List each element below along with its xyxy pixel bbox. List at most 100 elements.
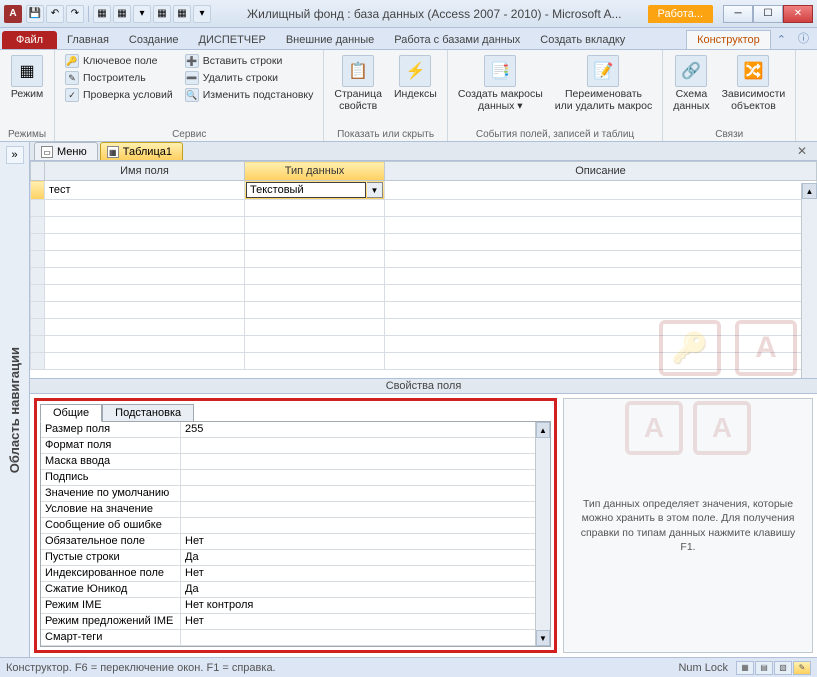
type-value[interactable]: Текстовый [246,182,366,198]
qat-btn-3[interactable]: ▦ [153,5,171,23]
property-row[interactable]: Индексированное полеНет [41,566,550,582]
nav-toggle-button[interactable]: » [6,146,24,164]
property-value[interactable] [181,502,550,517]
property-value[interactable] [181,630,550,645]
property-value[interactable]: Нет [181,614,550,629]
create-macros-button[interactable]: 📑 Создать макросы данных ▾ [454,53,547,114]
minimize-ribbon-icon[interactable]: ⌃ [771,30,792,49]
property-value[interactable]: Нет [181,566,550,581]
undo-icon[interactable]: ↶ [46,5,64,23]
wm-access-icon: A [625,401,683,455]
grid-row[interactable] [31,285,817,302]
property-value[interactable] [181,486,550,501]
tab-home[interactable]: Главная [57,31,119,49]
field-type-cell[interactable]: Текстовый ▼ [245,181,385,200]
test-rules-button[interactable]: ✓Проверка условий [61,87,177,103]
grid-row[interactable] [31,268,817,285]
delete-rows-button[interactable]: ➖Удалить строки [181,70,318,86]
col-header-type[interactable]: Тип данных [245,162,385,181]
grid-row-1[interactable]: тест Текстовый ▼ [31,181,817,200]
grid-row[interactable] [31,353,817,370]
builder-button[interactable]: ✎Построитель [61,70,177,86]
property-value[interactable]: 255 [181,422,550,437]
chart-view-button[interactable]: ▧ [774,661,792,675]
qat-btn-2[interactable]: ▦ [113,5,131,23]
property-row[interactable]: Подпись [41,470,550,486]
design-view-button[interactable]: ✎ [793,661,811,675]
property-row[interactable]: Режим IMEНет контроля [41,598,550,614]
scroll-down-icon[interactable]: ▼ [536,630,550,646]
dropdown-arrow-icon[interactable]: ▼ [367,182,383,198]
insert-rows-button[interactable]: ➕Вставить строки [181,53,318,69]
col-header-name[interactable]: Имя поля [45,162,245,181]
property-row[interactable]: Условие на значение [41,502,550,518]
field-desc-cell[interactable] [385,181,817,200]
props-scrollbar[interactable]: ▲ ▼ [535,422,550,646]
property-row[interactable]: Размер поля255 [41,422,550,438]
doc-tab-table1[interactable]: ▦ Таблица1 [100,142,183,160]
save-icon[interactable]: 💾 [26,5,44,23]
property-value[interactable] [181,518,550,533]
property-value[interactable] [181,470,550,485]
indexes-button[interactable]: ⚡ Индексы [390,53,441,103]
tab-new[interactable]: Создать вкладку [530,31,635,49]
view-button[interactable]: ▦ Режим [6,53,48,103]
doc-close-button[interactable]: ✕ [791,142,813,160]
grid-row[interactable] [31,217,817,234]
tab-db[interactable]: Работа с базами данных [384,31,530,49]
property-row[interactable]: Режим предложений IMEНет [41,614,550,630]
property-row[interactable]: Пустые строкиДа [41,550,550,566]
property-value[interactable]: Нет [181,534,550,549]
grid-row[interactable] [31,336,817,353]
tab-design[interactable]: Конструктор [686,30,771,49]
grid-row[interactable] [31,302,817,319]
scroll-up-icon[interactable]: ▲ [802,183,817,199]
property-row[interactable]: Сжатие ЮникодДа [41,582,550,598]
property-row[interactable]: Обязательное полеНет [41,534,550,550]
grid-row[interactable] [31,319,817,336]
tab-general[interactable]: Общие [40,404,102,422]
dependencies-button[interactable]: 🔀 Зависимости объектов [718,53,790,114]
property-value[interactable]: Да [181,550,550,565]
pivot-view-button[interactable]: ▤ [755,661,773,675]
maximize-button[interactable]: ☐ [753,5,783,23]
qat-customize[interactable]: ▾ [193,5,211,23]
qat-btn-4[interactable]: ▦ [173,5,191,23]
datasheet-view-button[interactable]: ▦ [736,661,754,675]
key-field-button[interactable]: 🔑Ключевое поле [61,53,177,69]
row-selector-1[interactable] [31,181,45,200]
grid-row[interactable] [31,251,817,268]
schema-button[interactable]: 🔗 Схема данных [669,53,713,114]
col-header-desc[interactable]: Описание [385,162,817,181]
property-row[interactable]: Сообщение об ошибке [41,518,550,534]
grid-scrollbar[interactable]: ▲ [801,183,817,378]
tab-dispatcher[interactable]: ДИСПЕТЧЕР [189,31,276,49]
modify-lookup-button[interactable]: 🔍Изменить подстановку [181,87,318,103]
property-row[interactable]: Формат поля [41,438,550,454]
help-icon[interactable]: ⓘ [792,27,815,49]
close-button[interactable]: ✕ [783,5,813,23]
tab-lookup[interactable]: Подстановка [102,404,194,422]
property-value[interactable]: Нет контроля [181,598,550,613]
scroll-up-icon[interactable]: ▲ [536,422,550,438]
tab-file[interactable]: Файл [2,31,57,49]
property-row[interactable]: Значение по умолчанию [41,486,550,502]
field-name-cell[interactable]: тест [45,181,245,200]
grid-row[interactable] [31,234,817,251]
rename-delete-macro-button[interactable]: 📝 Переименовать или удалить макрос [551,53,656,114]
property-row[interactable]: Маска ввода [41,454,550,470]
redo-icon[interactable]: ↷ [66,5,84,23]
qat-dropdown[interactable]: ▾ [133,5,151,23]
property-value[interactable] [181,438,550,453]
tab-create[interactable]: Создание [119,31,189,49]
row-selector-header[interactable] [31,162,45,181]
minimize-button[interactable]: ─ [723,5,753,23]
property-row[interactable]: Смарт-теги [41,630,550,646]
property-sheet-button[interactable]: 📋 Страница свойств [330,53,386,114]
doc-tab-menu[interactable]: ▭ Меню [34,142,98,160]
property-value[interactable] [181,454,550,469]
property-value[interactable]: Да [181,582,550,597]
qat-btn-1[interactable]: ▦ [93,5,111,23]
tab-external[interactable]: Внешние данные [276,31,384,49]
grid-row[interactable] [31,200,817,217]
